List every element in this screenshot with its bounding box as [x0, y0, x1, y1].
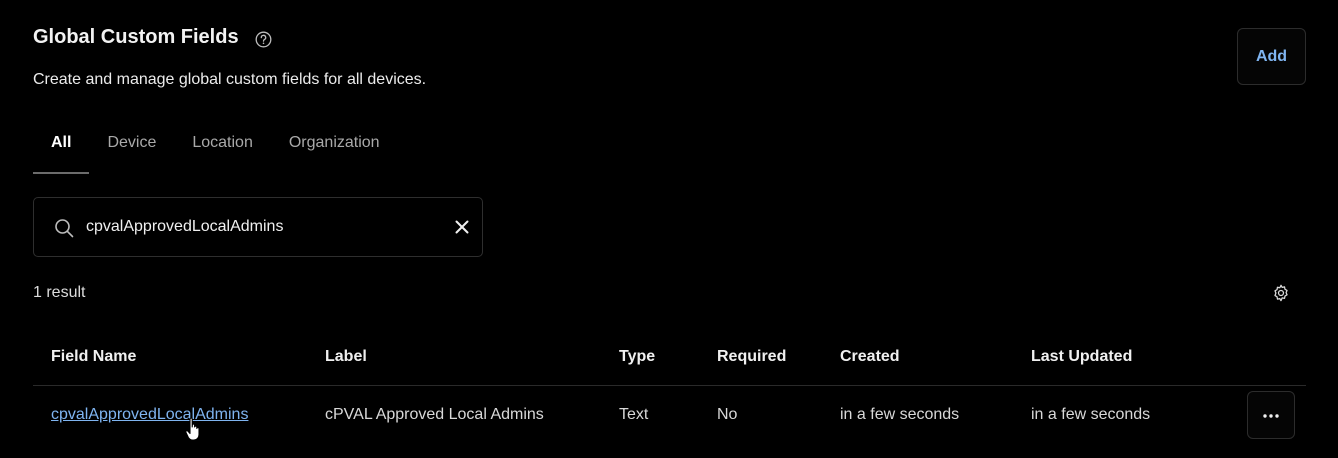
tab-location[interactable]: Location: [174, 118, 271, 174]
field-label-cell: cPVAL Approved Local Admins: [325, 406, 544, 423]
table-header: Field Name Label Type Required Created L…: [33, 330, 1306, 386]
tab-organization[interactable]: Organization: [271, 118, 398, 174]
column-header-created[interactable]: Created: [840, 348, 900, 366]
column-header-type[interactable]: Type: [619, 348, 655, 366]
search-icon: [55, 219, 74, 238]
field-name-link[interactable]: cpvalApprovedLocalAdmins: [51, 406, 248, 424]
column-header-required[interactable]: Required: [717, 348, 786, 366]
tab-all[interactable]: All: [33, 118, 90, 174]
field-created-cell: in a few seconds: [840, 406, 960, 423]
hand-cursor-icon: [185, 417, 200, 441]
column-header-field-name[interactable]: Field Name: [51, 348, 136, 366]
search-box: [33, 197, 483, 257]
page-subtitle: Create and manage global custom fields f…: [33, 71, 427, 88]
page-title: Global Custom Fields: [33, 26, 239, 48]
help-icon[interactable]: [255, 31, 272, 48]
result-count: 1 result: [33, 284, 86, 301]
close-icon[interactable]: [454, 219, 470, 235]
table-row: cpvalApprovedLocalAdmins cPVAL Approved …: [33, 387, 1306, 447]
search-input[interactable]: [86, 216, 426, 238]
more-horizontal-icon: [1263, 414, 1279, 418]
column-header-last-updated[interactable]: Last Updated: [1031, 348, 1132, 366]
gear-icon[interactable]: [1272, 284, 1290, 302]
row-actions-button[interactable]: [1247, 391, 1295, 439]
field-type-cell: Text: [619, 406, 649, 423]
add-button[interactable]: Add: [1237, 28, 1306, 85]
tab-device[interactable]: Device: [89, 118, 174, 174]
column-header-label[interactable]: Label: [325, 348, 367, 366]
field-last-updated-cell: in a few seconds: [1031, 406, 1151, 423]
tab-bar: All Device Location Organization: [33, 118, 398, 174]
field-required-cell: No: [717, 406, 738, 423]
